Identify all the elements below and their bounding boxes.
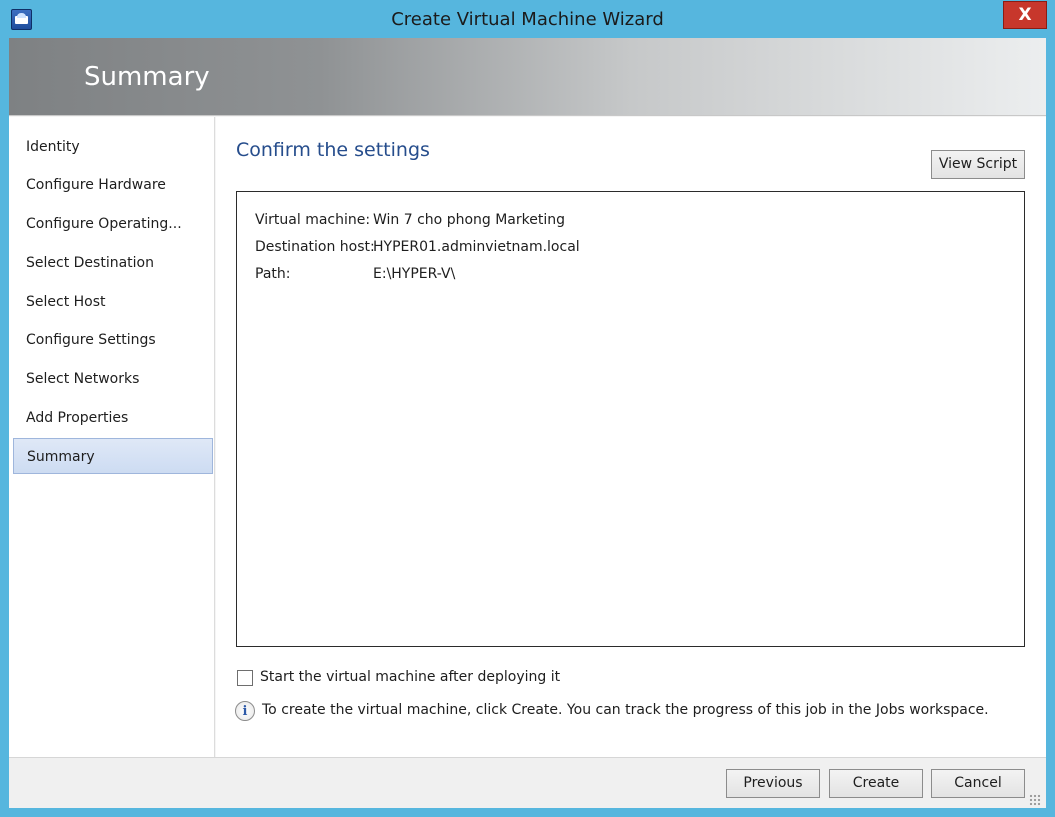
sidebar-item-configure-operating-system[interactable]: Configure Operating... [13,206,213,242]
summary-label: Destination host: [255,239,375,255]
sidebar-item-add-properties[interactable]: Add Properties [13,400,213,436]
summary-value: Win 7 cho phong Marketing [373,212,566,228]
summary-label: Virtual machine: [255,212,371,228]
info-text: To create the virtual machine, click Cre… [262,702,989,718]
sidebar-item-configure-hardware[interactable]: Configure Hardware [13,167,213,203]
summary-label: Path: [255,266,291,282]
main-content: Confirm the settings View Script Virtual… [216,117,1046,757]
wizard-steps-sidebar: Identity Configure Hardware Configure Op… [9,117,215,757]
wizard-footer: Previous Create Cancel [9,757,1046,808]
wizard-client-area: Summary Identity Configure Hardware Conf… [9,38,1046,808]
page-header: Summary [9,38,1046,116]
summary-value: E:\HYPER-V\ [373,266,456,282]
section-heading: Confirm the settings [236,139,430,161]
title-bar[interactable]: Create Virtual Machine Wizard X [0,0,1055,38]
sidebar-item-select-destination[interactable]: Select Destination [13,245,213,281]
previous-button[interactable]: Previous [726,769,820,798]
resize-grip-icon[interactable] [1029,794,1041,806]
info-icon: i [235,701,255,721]
sidebar-item-select-host[interactable]: Select Host [13,284,213,320]
settings-summary-box: Virtual machine: Win 7 cho phong Marketi… [236,191,1025,647]
sidebar-item-summary[interactable]: Summary [13,438,213,474]
sidebar-item-identity[interactable]: Identity [13,129,213,165]
wizard-window: Create Virtual Machine Wizard X Summary … [0,0,1055,817]
page-title: Summary [84,62,210,92]
sidebar-item-configure-settings[interactable]: Configure Settings [13,322,213,358]
start-vm-checkbox[interactable] [237,670,253,686]
sidebar-item-select-networks[interactable]: Select Networks [13,361,213,397]
cancel-button[interactable]: Cancel [931,769,1025,798]
window-title: Create Virtual Machine Wizard [391,9,664,30]
summary-value: HYPER01.adminvietnam.local [373,239,580,255]
create-button[interactable]: Create [829,769,923,798]
view-script-button[interactable]: View Script [931,150,1025,179]
start-vm-checkbox-label[interactable]: Start the virtual machine after deployin… [260,669,560,685]
close-button[interactable]: X [1003,1,1047,29]
